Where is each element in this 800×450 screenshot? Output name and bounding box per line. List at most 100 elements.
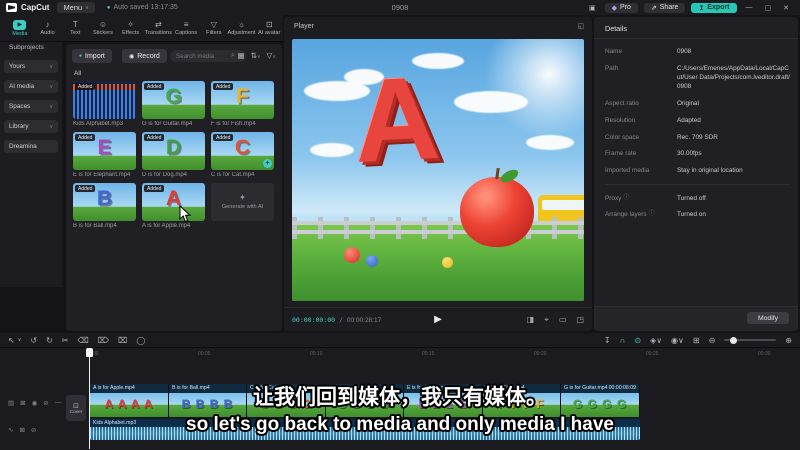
redo-icon[interactable]: ↻ [46, 336, 53, 345]
sidebar-item-yours[interactable]: Yours ∨ [4, 60, 58, 73]
stickers-icon: ☺ [98, 20, 108, 29]
sidebar-item-library[interactable]: Library ∨ [4, 120, 58, 133]
video-thumbnail[interactable]: B Added [73, 183, 136, 221]
chevron-down-icon: ∨ [49, 83, 53, 90]
undo-icon[interactable]: ↺ [30, 336, 37, 345]
media-grid: Added Kids Alphabet.mp3 G Added G is for … [73, 81, 274, 229]
video-thumbnail[interactable]: C Added + [211, 132, 274, 170]
layout-icon[interactable]: ▣ [586, 4, 599, 12]
chevron-down-icon[interactable]: ∨ [18, 337, 22, 343]
sidebar-item-subprojects[interactable]: Subprojects [9, 44, 44, 51]
preview-axis-icon[interactable]: ⊞ [693, 336, 700, 345]
sort-icon[interactable]: ⇅∨ [251, 51, 261, 60]
video-thumbnail[interactable]: G Added [142, 81, 205, 119]
video-thumbnail[interactable]: A Added [142, 183, 205, 221]
mask-icon[interactable]: ◯ [136, 336, 145, 345]
import-button[interactable]: ● Import [72, 49, 112, 63]
split-icon[interactable]: ✂ [62, 336, 69, 345]
media-item[interactable]: G Added G is for Guitar.mp4 [142, 81, 205, 127]
zoom-in-icon[interactable]: ⊕ [785, 336, 792, 345]
media-item[interactable]: A Added A is for Apple.mp4 [142, 183, 205, 229]
search-input[interactable] [176, 52, 228, 60]
tab-media[interactable]: ▶ Media [6, 19, 34, 37]
sidebar-item-spaces[interactable]: Spaces ∨ [4, 100, 58, 113]
app-name: CapCut [21, 3, 50, 12]
search-box[interactable]: ⌕ [170, 50, 246, 62]
audio-thumbnail[interactable]: Added [73, 81, 136, 119]
maximize-button[interactable]: ▢ [762, 4, 775, 12]
media-item[interactable]: Added Kids Alphabet.mp3 [73, 81, 136, 127]
tab-ai-avatar[interactable]: ⊡ AI avatar [255, 20, 283, 36]
audio-sync-icon[interactable]: ◈∨ [650, 336, 662, 345]
record-button[interactable]: ◉ Record [122, 49, 167, 63]
media-item[interactable]: E Added E is for Elephant.mp4 [73, 132, 136, 178]
detail-row-proxy: Proxy ⓘ Turned off [605, 194, 706, 202]
export-icon: ↥ [698, 4, 705, 12]
timeline-zoom-slider[interactable] [724, 336, 777, 344]
share-icon: ⇗ [650, 4, 657, 12]
details-panel: Details Name 0908 Path C:/Users/Emenes/App… [594, 17, 798, 331]
filter-icon[interactable]: ▽∨ [267, 51, 276, 60]
preview-letter: A [350, 51, 443, 189]
generate-with-ai-card[interactable]: ✦ Generate with AI [211, 183, 274, 229]
media-item[interactable]: D Added D is for Dog.mp4 [142, 132, 205, 178]
delete-left-icon[interactable]: ⌫ [77, 336, 88, 345]
adjustment-icon: ☼ [237, 20, 246, 29]
quality-icon[interactable]: ⌖ [544, 315, 549, 325]
player-detach-icon[interactable]: ◱ [577, 22, 584, 30]
sidebar-item-dreamina[interactable]: Dreamina [4, 140, 58, 153]
modify-button[interactable]: Modify [746, 312, 789, 324]
added-badge: Added [75, 83, 96, 90]
media-item[interactable]: B Added B is for Ball.mp4 [73, 183, 136, 229]
autosave-status: ● Auto saved 13:17:35 [106, 4, 178, 11]
media-item[interactable]: C Added + C is for Cat.mp4 [211, 132, 274, 178]
tab-adjustment[interactable]: ☼ Adjustment [227, 20, 255, 36]
export-button[interactable]: ↥ Export [691, 2, 737, 13]
tab-captions[interactable]: ≡ Captions [172, 20, 200, 36]
effects-icon: ✧ [127, 20, 135, 29]
tab-audio[interactable]: ♪ Audio [34, 20, 62, 36]
add-to-timeline-button[interactable]: + [263, 159, 272, 168]
section-label-all[interactable]: All [74, 70, 81, 77]
zoom-slider-knob[interactable] [730, 336, 738, 344]
autosave-dot-icon: ● [106, 4, 111, 11]
fullscreen-icon[interactable]: ◳ [576, 315, 584, 325]
speaker-icon[interactable]: ◉∨ [671, 336, 684, 345]
import-dot-icon: ● [79, 53, 83, 59]
video-thumbnail[interactable]: D Added [142, 132, 205, 170]
video-preview[interactable]: A [292, 39, 584, 301]
snapping-icon[interactable]: ∩ [620, 336, 626, 345]
delete-right-icon[interactable]: ⌦ [98, 336, 109, 345]
close-button[interactable]: ✕ [780, 4, 792, 12]
capcut-window: CapCut Menu ∨ ● Auto saved 13:17:35 0908 ▣… [0, 0, 800, 450]
pro-button[interactable]: ◆ Pro [604, 2, 638, 13]
waveform [73, 89, 136, 119]
minimize-button[interactable]: — [743, 4, 756, 11]
ai-avatar-icon: ⊡ [265, 20, 273, 29]
tab-text[interactable]: T Text [61, 20, 89, 36]
playhead-handle[interactable] [86, 348, 93, 357]
zoom-out-icon[interactable]: ⊖ [709, 336, 716, 345]
tab-stickers[interactable]: ☺ Stickers [89, 20, 117, 36]
tab-transitions[interactable]: ⇄ Transitions [145, 20, 173, 36]
timeline-ruler[interactable]: 00:00 00:05 00:10 00:15 00:20 00:25 00:3… [0, 348, 800, 361]
sidebar-item-ai-media[interactable]: AI media ∨ [4, 80, 58, 93]
grid-view-icon[interactable]: ▦ [237, 51, 244, 60]
chevron-down-icon: ∨ [85, 4, 89, 11]
video-thumbnail[interactable]: E Added [73, 132, 136, 170]
media-item[interactable]: F Added F is for Fish.mp4 [211, 81, 274, 127]
mirror-preview-icon[interactable]: ◨ [527, 315, 535, 325]
ratio-icon[interactable]: ▭ [559, 315, 567, 325]
delete-icon[interactable]: ⌧ [118, 336, 127, 345]
tab-effects[interactable]: ✧ Effects [117, 20, 145, 36]
select-tool-icon[interactable]: ↖ [8, 336, 15, 345]
linking-icon[interactable]: ⊙ [634, 336, 641, 345]
menu-button[interactable]: Menu ∨ [57, 2, 95, 13]
tab-filters[interactable]: ▽ Filters [200, 20, 228, 36]
video-thumbnail[interactable]: F Added [211, 81, 274, 119]
media-item-name: B is for Ball.mp4 [73, 223, 117, 229]
main-toolbar: ▶ Media ♪ Audio T Text ☺ Stickers ✧ Effects ⇄… [0, 15, 283, 42]
media-item-name: D is for Dog.mp4 [142, 172, 188, 178]
share-button[interactable]: ⇗ Share [643, 2, 686, 13]
download-icon[interactable]: ↧ [604, 336, 611, 345]
